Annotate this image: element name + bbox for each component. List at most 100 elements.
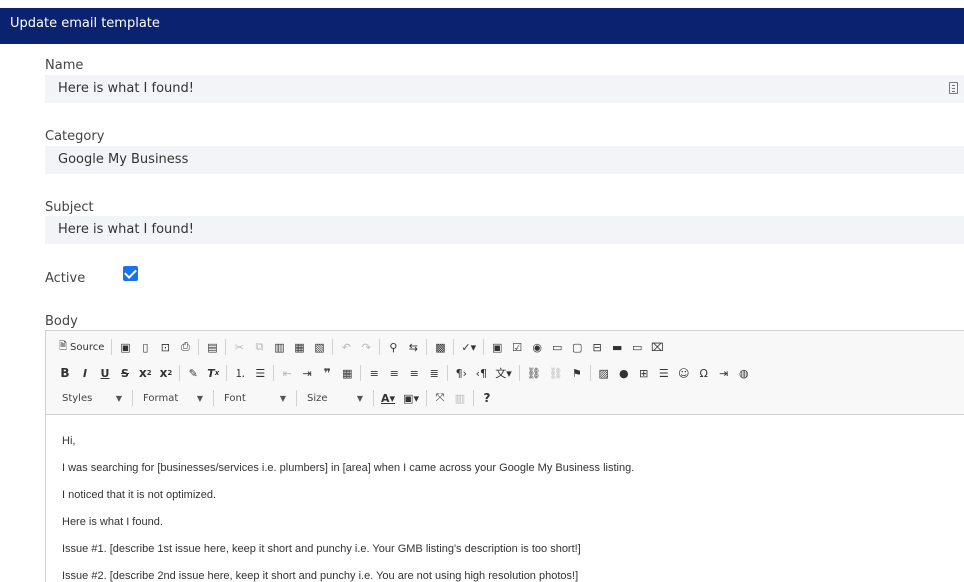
italic-icon[interactable]: I — [76, 364, 94, 382]
maximize-icon[interactable]: ⤧ — [431, 389, 449, 407]
textarea-icon[interactable]: ▢ — [568, 338, 586, 356]
select-field-icon[interactable]: ⊟ — [588, 338, 606, 356]
align-left-icon[interactable]: ≡ — [365, 364, 383, 382]
toolbar-separator — [483, 339, 485, 355]
numbered-list-icon[interactable]: ⒈ — [231, 364, 249, 382]
align-center-icon[interactable]: ≡ — [385, 364, 403, 382]
replace-icon[interactable]: ⇆ — [404, 338, 422, 356]
new-page-icon[interactable]: ▯ — [136, 338, 154, 356]
strikethrough-icon[interactable]: S — [116, 364, 134, 382]
toolbar-separator — [447, 365, 449, 381]
spellcheck-icon[interactable]: ✓▾ — [458, 338, 479, 356]
subscript-icon[interactable]: x2 — [136, 364, 155, 382]
superscript-icon[interactable]: x2 — [157, 364, 176, 382]
rich-text-editor[interactable]: 🗎 Source ▣ ▯ ⊡ ⎙ ▤ ✂ ⧉ ▥ ▦ ▧ ↶ ↷ ⚲ ⇆ ▩ ✓… — [45, 330, 964, 582]
category-field[interactable]: Google My Business — [45, 146, 964, 174]
align-right-icon[interactable]: ≡ — [405, 364, 423, 382]
background-color-icon[interactable]: ▣▾ — [400, 389, 422, 407]
button-field-icon[interactable]: ▬ — [608, 338, 626, 356]
redo-icon[interactable]: ↷ — [357, 338, 375, 356]
name-field[interactable]: Here is what I found! — [45, 75, 964, 103]
special-char-icon[interactable]: Ω — [695, 364, 713, 382]
undo-icon[interactable]: ↶ — [337, 338, 355, 356]
dialog-title: Update email template — [10, 16, 160, 31]
smiley-icon[interactable]: ☺ — [675, 364, 693, 382]
iframe-icon[interactable]: ◍ — [735, 364, 753, 382]
subject-field[interactable]: Here is what I found! — [45, 216, 964, 244]
toolbar-separator — [111, 339, 113, 355]
format-label: Format — [143, 392, 179, 404]
select-all-icon[interactable]: ▩ — [431, 338, 449, 356]
toolbar-separator — [198, 339, 200, 355]
source-label: Source — [70, 341, 105, 353]
editor-toolbar: 🗎 Source ▣ ▯ ⊡ ⎙ ▤ ✂ ⧉ ▥ ▦ ▧ ↶ ↷ ⚲ ⇆ ▩ ✓… — [46, 331, 964, 415]
bulleted-list-icon[interactable]: ☰ — [251, 364, 269, 382]
table-icon[interactable]: ⊞ — [635, 364, 653, 382]
paste-icon[interactable]: ▥ — [270, 338, 288, 356]
ltr-icon[interactable]: ¶› — [452, 364, 470, 382]
copy-icon[interactable]: ⧉ — [250, 338, 268, 356]
source-icon: 🗎 — [59, 340, 68, 352]
chevron-down-icon: ▼ — [115, 393, 122, 403]
format-dropdown[interactable]: Format ▼ — [137, 389, 207, 407]
help-icon[interactable]: ? — [478, 389, 496, 407]
outdent-icon[interactable]: ⇤ — [278, 364, 296, 382]
show-blocks-icon[interactable]: ▥ — [451, 389, 469, 407]
unlink-icon[interactable]: ⛓ — [546, 364, 566, 382]
toolbar-separator — [225, 339, 227, 355]
checkbox-icon[interactable]: ☑ — [508, 338, 526, 356]
hidden-field-icon[interactable]: ⌧ — [648, 338, 667, 356]
radio-icon[interactable]: ◉ — [528, 338, 546, 356]
image-button-icon[interactable]: ▭ — [628, 338, 646, 356]
paste-word-icon[interactable]: ▧ — [310, 338, 328, 356]
page-break-icon[interactable]: ⇥ — [715, 364, 733, 382]
div-container-icon[interactable]: ▦ — [338, 364, 356, 382]
subject-label: Subject — [45, 200, 94, 215]
templates-icon[interactable]: ▤ — [203, 338, 221, 356]
chevron-down-icon: ▼ — [196, 393, 203, 403]
cut-icon[interactable]: ✂ — [230, 338, 248, 356]
toolbar-row-3: Styles ▼ Format ▼ Font ▼ Size ▼ A▾ ▣▾ ⤧ — [56, 387, 498, 409]
language-icon[interactable]: 文▾ — [492, 364, 515, 382]
bold-icon[interactable]: B — [56, 364, 74, 382]
flash-icon[interactable]: ● — [615, 364, 633, 382]
font-dropdown[interactable]: Font ▼ — [218, 389, 290, 407]
text-field-icon[interactable]: ▭ — [548, 338, 566, 356]
toolbar-row-2: B I U S x2 x2 ✎ Tx ⒈ ☰ ⇤ ⇥ ❞ ▦ ≡ ≡ ≡ ≣ ¶… — [56, 362, 755, 384]
justify-icon[interactable]: ≣ — [425, 364, 443, 382]
toolbar-row-1: 🗎 Source ▣ ▯ ⊡ ⎙ ▤ ✂ ⧉ ▥ ▦ ▧ ↶ ↷ ⚲ ⇆ ▩ ✓… — [56, 336, 669, 358]
copy-format-icon[interactable]: ✎ — [184, 364, 202, 382]
font-label: Font — [224, 392, 246, 404]
form-fill-icon[interactable] — [949, 82, 958, 94]
paste-text-icon[interactable]: ▦ — [290, 338, 308, 356]
rtl-icon[interactable]: ‹¶ — [472, 364, 490, 382]
toolbar-separator — [373, 390, 374, 406]
save-icon[interactable]: ▣ — [116, 338, 134, 356]
source-button[interactable]: 🗎 Source — [56, 338, 107, 356]
link-icon[interactable]: ⛓ — [524, 364, 544, 382]
toolbar-separator — [453, 339, 455, 355]
preview-icon[interactable]: ⊡ — [156, 338, 174, 356]
find-icon[interactable]: ⚲ — [384, 338, 402, 356]
remove-format-icon[interactable]: Tx — [204, 364, 222, 382]
active-label: Active — [45, 271, 86, 286]
toolbar-separator — [426, 339, 428, 355]
toolbar-separator — [332, 339, 334, 355]
active-checkbox[interactable] — [123, 266, 138, 281]
indent-icon[interactable]: ⇥ — [298, 364, 316, 382]
body-line: I was searching for [businesses/services… — [62, 462, 635, 474]
size-dropdown[interactable]: Size ▼ — [301, 389, 367, 407]
image-icon[interactable]: ▨ — [595, 364, 613, 382]
underline-icon[interactable]: U — [96, 364, 114, 382]
horizontal-line-icon[interactable]: ☰ — [655, 364, 673, 382]
styles-dropdown[interactable]: Styles ▼ — [56, 389, 126, 407]
category-label: Category — [45, 129, 105, 144]
toolbar-separator — [226, 365, 228, 381]
text-color-icon[interactable]: A▾ — [378, 389, 398, 407]
form-icon[interactable]: ▣ — [488, 338, 506, 356]
anchor-icon[interactable]: ⚑ — [568, 364, 586, 382]
body-line: Issue #1. [describe 1st issue here, keep… — [62, 543, 581, 555]
toolbar-separator — [273, 365, 275, 381]
print-icon[interactable]: ⎙ — [176, 338, 194, 356]
blockquote-icon[interactable]: ❞ — [318, 364, 336, 382]
